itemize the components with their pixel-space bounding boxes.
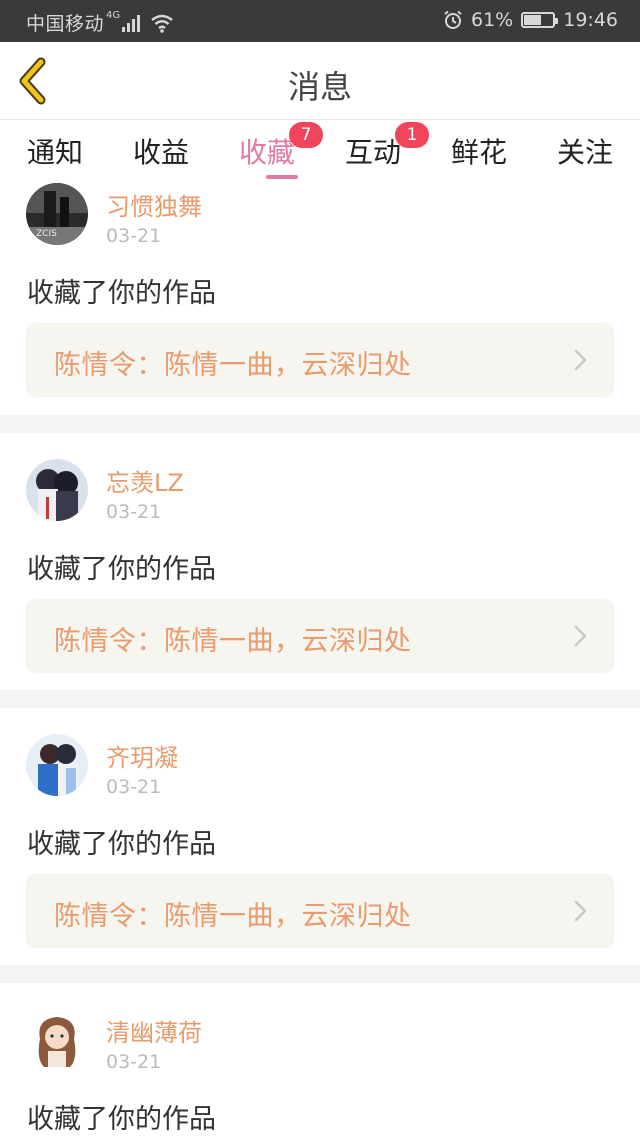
tab-earnings[interactable]: 收益 bbox=[108, 131, 214, 171]
divider bbox=[0, 415, 640, 433]
tab-label: 收益 bbox=[132, 136, 189, 169]
work-card[interactable]: 陈情令：陈情一曲，云深归处 bbox=[26, 874, 614, 948]
signal-icon bbox=[122, 14, 141, 32]
work-title: 陈情令：陈情一曲，云深归处 bbox=[54, 901, 412, 932]
tab-favorites[interactable]: 收藏 7 bbox=[214, 122, 323, 171]
message-list: ZCIS 习惯独舞 03-21 收藏了你的作品 陈情令：陈情一曲，云深归处 忘羡… bbox=[0, 183, 640, 1138]
battery-fill bbox=[524, 15, 542, 25]
timestamp: 03-21 bbox=[106, 776, 162, 798]
username: 齐玥凝 bbox=[106, 744, 178, 772]
activity-text: 收藏了你的作品 bbox=[27, 278, 216, 309]
active-tab-indicator bbox=[266, 175, 298, 179]
timestamp: 03-21 bbox=[106, 501, 162, 523]
chevron-right-icon bbox=[574, 349, 587, 371]
page-title: 消息 bbox=[287, 68, 352, 106]
username: 习惯独舞 bbox=[106, 193, 202, 221]
list-item: ZCIS 习惯独舞 03-21 收藏了你的作品 陈情令：陈情一曲，云深归处 bbox=[0, 183, 640, 415]
chevron-right-icon bbox=[574, 625, 587, 647]
header-bar: 消息 bbox=[0, 42, 640, 120]
tab-bar: 通知 收益 收藏 7 互动 1 鲜花 关注 bbox=[0, 121, 640, 183]
carrier-label: 中国移动 bbox=[26, 13, 105, 35]
list-item: 忘羡LZ 03-21 收藏了你的作品 陈情令：陈情一曲，云深归处 bbox=[0, 433, 640, 690]
avatar[interactable]: ZCIS bbox=[26, 183, 88, 245]
tab-interactions[interactable]: 互动 1 bbox=[320, 122, 429, 171]
work-card[interactable]: 陈情令：陈情一曲，云深归处 bbox=[26, 323, 614, 397]
list-item: 齐玥凝 03-21 收藏了你的作品 陈情令：陈情一曲，云深归处 bbox=[0, 708, 640, 965]
battery-icon bbox=[521, 12, 559, 28]
tab-label: 收藏 bbox=[238, 136, 295, 169]
tab-flowers[interactable]: 鲜花 bbox=[426, 131, 532, 171]
tab-following[interactable]: 关注 bbox=[532, 131, 638, 171]
username: 清幽薄荷 bbox=[106, 1019, 202, 1047]
timestamp: 03-21 bbox=[106, 1051, 162, 1073]
interactions-count-badge: 1 bbox=[395, 122, 429, 148]
list-item: 清幽薄荷 03-21 收藏了你的作品 bbox=[0, 983, 640, 1138]
activity-text: 收藏了你的作品 bbox=[27, 829, 216, 860]
divider bbox=[0, 965, 640, 983]
network-type: 4G bbox=[106, 10, 121, 21]
timestamp: 03-21 bbox=[106, 225, 162, 247]
work-title: 陈情令：陈情一曲，云深归处 bbox=[54, 350, 412, 381]
status-bar: 中国移动 4G 61% 19:46 bbox=[0, 0, 640, 42]
work-title: 陈情令：陈情一曲，云深归处 bbox=[54, 626, 412, 657]
chevron-right-icon bbox=[574, 900, 587, 922]
avatar[interactable] bbox=[26, 1009, 88, 1071]
avatar[interactable] bbox=[26, 459, 88, 521]
tab-label: 鲜花 bbox=[450, 136, 507, 169]
avatar-image: ZCIS bbox=[26, 183, 88, 245]
clock: 19:46 bbox=[563, 9, 618, 31]
avatar[interactable] bbox=[26, 734, 88, 796]
avatar-image bbox=[26, 1009, 88, 1071]
tab-label: 互动 bbox=[344, 136, 401, 169]
alarm-icon bbox=[444, 10, 462, 29]
status-right: 61% 19:46 bbox=[443, 9, 618, 31]
svg-text:ZCIS: ZCIS bbox=[36, 229, 57, 239]
activity-text: 收藏了你的作品 bbox=[27, 554, 216, 585]
wifi-icon bbox=[151, 14, 173, 33]
favorites-count-badge: 7 bbox=[289, 122, 323, 148]
divider bbox=[0, 690, 640, 708]
tab-label: 关注 bbox=[556, 136, 613, 169]
username: 忘羡LZ bbox=[106, 469, 184, 497]
battery-percent: 61% bbox=[471, 9, 514, 31]
work-card[interactable]: 陈情令：陈情一曲，云深归处 bbox=[26, 599, 614, 673]
tab-label: 通知 bbox=[26, 136, 83, 169]
avatar-image bbox=[26, 734, 88, 796]
avatar-image bbox=[26, 459, 88, 521]
tab-notifications[interactable]: 通知 bbox=[2, 131, 108, 171]
status-left: 中国移动 4G bbox=[26, 9, 174, 36]
activity-text: 收藏了你的作品 bbox=[27, 1104, 216, 1135]
